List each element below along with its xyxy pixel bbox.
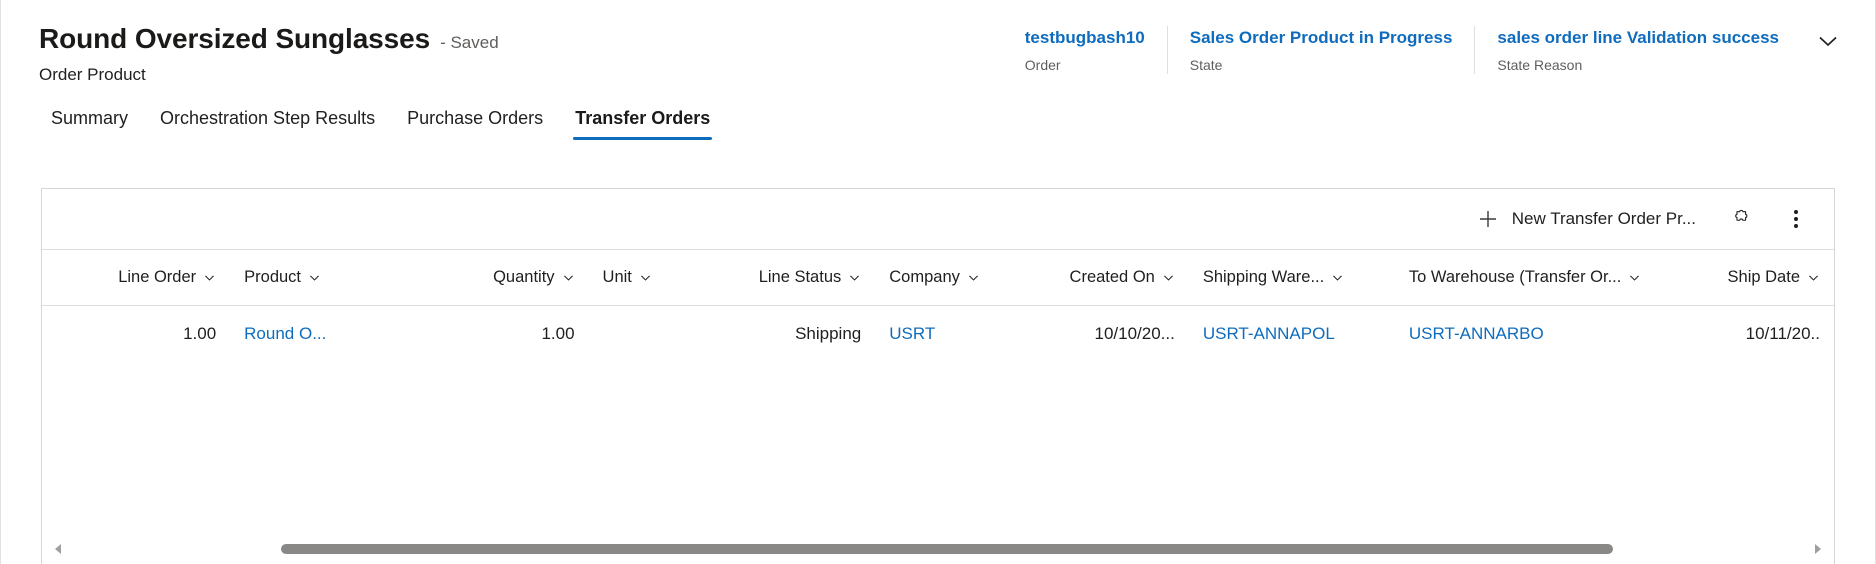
plus-icon <box>1476 207 1500 231</box>
subgrid-command-bar: New Transfer Order Pr... <box>42 189 1834 249</box>
cell-product-link[interactable]: Round O... <box>244 324 326 343</box>
column-header-quantity[interactable]: Quantity <box>418 249 589 306</box>
header-field-state-reason-label: State Reason <box>1497 57 1583 73</box>
new-transfer-order-product-label: New Transfer Order Pr... <box>1511 209 1696 228</box>
chevron-down-icon <box>639 271 652 284</box>
cell-line-order: 1.00 <box>183 323 217 343</box>
chevron-down-icon <box>308 271 321 284</box>
entity-name-label: Order Product <box>39 65 146 84</box>
kebab-dots <box>1794 210 1798 228</box>
cell-product[interactable]: Round O... <box>230 306 418 362</box>
chevron-down-icon <box>1628 271 1641 284</box>
column-header-product-label: Product <box>244 268 302 286</box>
cell-line-status: Shipping <box>795 323 862 343</box>
cell-shipping-warehouse-link[interactable]: USRT-ANNAPOL <box>1203 324 1335 343</box>
cell-unit <box>589 306 714 362</box>
cell-shipping-warehouse[interactable]: USRT-ANNAPOL <box>1189 306 1395 362</box>
column-header-to-warehouse-label: To Warehouse (Transfer Or... <box>1408 268 1622 286</box>
header-fields: testbugbash10 Order Sales Order Product … <box>1003 26 1841 74</box>
table-header-row: Line Order Product Quantity Unit Line St… <box>42 249 1834 306</box>
column-header-company-label: Company <box>889 268 960 286</box>
header-field-order-label: Order <box>1024 57 1061 73</box>
scrollbar-thumb[interactable] <box>280 544 1613 554</box>
column-header-ship-date-label: Ship Date <box>1727 268 1800 286</box>
cell-to-warehouse[interactable]: USRT-ANNARBO <box>1395 306 1664 362</box>
column-header-created-on[interactable]: Created On <box>1027 249 1189 306</box>
horizontal-scrollbar[interactable] <box>41 540 1835 558</box>
chevron-down-icon <box>1162 271 1175 284</box>
scroll-right-arrow-icon[interactable] <box>1809 540 1827 558</box>
column-header-line-order[interactable]: Line Order <box>42 249 231 306</box>
table-row[interactable]: 1.00 Round O... 1.00 Shipping USRT 10/10… <box>42 306 1834 362</box>
scroll-left-arrow-icon[interactable] <box>49 540 67 558</box>
cell-company-link[interactable]: USRT <box>889 324 935 343</box>
chevron-down-icon <box>848 271 861 284</box>
subgrid-scroll-region: Line Order Product Quantity Unit Line St… <box>42 249 1834 564</box>
column-header-ship-date[interactable]: Ship Date <box>1663 249 1834 306</box>
tab-purchase-orders[interactable]: Purchase Orders <box>391 107 559 140</box>
chevron-down-icon <box>1807 271 1820 284</box>
header-field-order[interactable]: testbugbash10 Order <box>1003 26 1167 74</box>
chevron-down-icon <box>562 271 575 284</box>
title-line: Round Oversized Sunglasses - Saved <box>39 22 499 56</box>
save-status-text: - Saved <box>440 33 499 52</box>
header-field-state-reason-value[interactable]: sales order line Validation success <box>1497 26 1779 50</box>
title-block: Round Oversized Sunglasses - Saved Order… <box>39 22 499 85</box>
header-field-state-label: State <box>1189 57 1223 73</box>
scrollbar-track[interactable] <box>73 543 1803 555</box>
header-field-state[interactable]: Sales Order Product in Progress State <box>1166 26 1475 74</box>
form-header: Round Oversized Sunglasses - Saved Order… <box>1 0 1875 96</box>
form-tab-strip: Summary Orchestration Step Results Purch… <box>1 96 1875 140</box>
transfer-orders-table: Line Order Product Quantity Unit Line St… <box>42 249 1834 362</box>
header-field-order-value[interactable]: testbugbash10 <box>1025 26 1145 50</box>
cell-company[interactable]: USRT <box>875 306 1027 362</box>
column-header-unit-label: Unit <box>602 268 632 286</box>
transfer-orders-subgrid: New Transfer Order Pr... Line Order Prod… <box>41 188 1835 564</box>
column-header-shipping-warehouse[interactable]: Shipping Ware... <box>1188 249 1395 306</box>
chevron-down-icon <box>967 271 980 284</box>
page-title: Round Oversized Sunglasses <box>39 23 431 54</box>
cell-to-warehouse-link[interactable]: USRT-ANNARBO <box>1409 324 1544 343</box>
column-header-line-status[interactable]: Line Status <box>713 249 876 306</box>
cell-ship-date: 10/11/20.. <box>1745 323 1820 343</box>
column-header-shipping-warehouse-label: Shipping Ware... <box>1202 268 1325 286</box>
header-field-state-reason[interactable]: sales order line Validation success Stat… <box>1474 26 1801 74</box>
tab-orchestration-step-results-label: Orchestration Step Results <box>160 108 376 128</box>
tab-transfer-orders-label: Transfer Orders <box>575 108 711 128</box>
tab-summary-label: Summary <box>51 108 129 128</box>
chevron-down-icon <box>1331 271 1344 284</box>
cell-created-on: 10/10/20... <box>1094 323 1175 343</box>
column-header-unit[interactable]: Unit <box>588 249 714 306</box>
more-vertical-icon[interactable] <box>1776 201 1816 237</box>
tab-summary[interactable]: Summary <box>35 107 144 140</box>
cell-quantity: 1.00 <box>541 323 575 343</box>
tab-purchase-orders-label: Purchase Orders <box>407 108 544 128</box>
puzzle-piece-icon[interactable] <box>1722 201 1762 237</box>
header-field-state-value[interactable]: Sales Order Product in Progress <box>1190 26 1453 50</box>
tab-transfer-orders[interactable]: Transfer Orders <box>559 107 726 140</box>
column-header-line-order-label: Line Order <box>118 268 197 286</box>
new-transfer-order-product-button[interactable]: New Transfer Order Pr... <box>1464 201 1708 237</box>
tab-orchestration-step-results[interactable]: Orchestration Step Results <box>144 107 391 140</box>
column-header-created-on-label: Created On <box>1069 268 1155 286</box>
chevron-down-icon[interactable] <box>1815 28 1841 54</box>
order-product-form: Round Oversized Sunglasses - Saved Order… <box>0 0 1876 564</box>
column-header-quantity-label: Quantity <box>493 268 555 286</box>
chevron-down-icon <box>203 271 216 284</box>
column-header-to-warehouse[interactable]: To Warehouse (Transfer Or... <box>1394 249 1664 306</box>
column-header-line-status-label: Line Status <box>758 268 842 286</box>
column-header-product[interactable]: Product <box>230 249 419 306</box>
column-header-company[interactable]: Company <box>875 249 1028 306</box>
